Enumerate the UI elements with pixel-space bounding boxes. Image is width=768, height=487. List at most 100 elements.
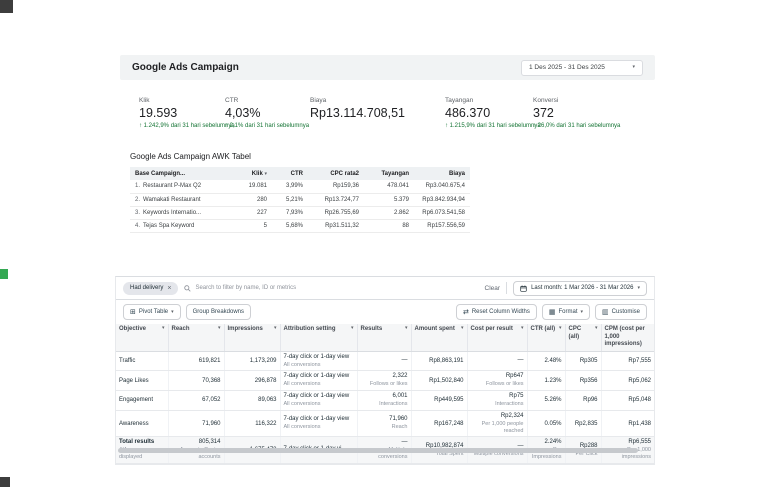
dashboard-header: Google Ads Campaign 1 Des 2025 - 31 Des … [120,55,655,80]
table-row-page-likes[interactable]: Page Likes 70,368 296,878 7-day click or… [116,370,654,392]
pivot-table-button[interactable]: ⊞ Pivot Table ▾ [123,304,181,320]
filter-bar: Had delivery × Search to filter by name,… [116,277,654,300]
kpi-value: 486.370 [445,106,491,120]
cell-tayangan: 88 [364,219,414,233]
cell-cpc: Rp26.755,69 [308,206,364,220]
cell-ctr: 3,99% [272,180,308,194]
customise-button[interactable]: ▥ Customise [595,304,647,320]
table-row-engagement[interactable]: Engagement 67,052 89,063 7-day click or … [116,390,654,411]
campaign-row[interactable]: 3. Keywords Internatio... 227 7,93% Rp26.… [130,206,470,220]
cell-impressions: 1,173,209 [223,351,280,372]
cell-reach: 71,960 [167,410,224,438]
column-header-klik[interactable]: Klik ▾ [230,167,272,180]
date-range-label: 1 Des 2025 - 31 Des 2025 [529,64,605,71]
close-icon[interactable]: × [167,285,171,292]
cell-klik: 19.081 [230,180,272,194]
sort-caret-icon: ▾ [161,325,165,331]
group-breakdowns-button[interactable]: Group Breakdowns [185,304,252,320]
kpi-label: Tayangan [445,97,474,104]
cell-klik: 5 [230,219,272,233]
cell-ctr: 0.05% [526,410,565,438]
format-label: Format [558,309,578,315]
column-header-tayangan[interactable]: Tayangan [364,167,414,180]
cell-cpc: Rp96 [564,390,601,411]
column-header-ctr[interactable]: CTR [272,167,308,180]
columns-icon: ▥ [602,308,609,316]
horizontal-scrollbar[interactable] [118,448,638,453]
kpi-value: Rp13.114.708,51 [310,106,405,120]
table-row-awareness[interactable]: Awareness 71,960 116,322 7-day click or … [116,410,654,438]
column-header-cost-per-result[interactable]: Cost per result ▾ [466,324,527,352]
cell-cpc: Rp13.724,77 [308,193,364,207]
cell-amount-spent: Rp167,248 [410,410,467,438]
sort-caret-icon: ▾ [520,325,524,331]
cell-impressions: 116,322 [223,410,280,438]
cell-results: 71,960 Reach [356,410,411,438]
sort-caret-icon: ▾ [594,325,598,331]
cell-cost-per-result: Rp75 Interactions [466,390,527,411]
cell-campaign-name: 4. Tejas Spa Keyword [130,219,230,233]
date-range-picker[interactable]: Last month: 1 Mar 2026 - 31 Mar 2026 ▾ [513,280,647,296]
cell-cpm: Rp1,438 [600,410,654,438]
campaign-row[interactable]: 2. Wamakati Restaurant 280 5,21% Rp13.724… [130,193,470,207]
kpi-tayangan: Tayangan 486.370 ↑ 1.215,9% dari 31 hari… [445,97,541,129]
filter-chip-label: Had delivery [130,285,164,291]
clear-filters-button[interactable]: Clear [485,285,501,292]
column-header-impressions[interactable]: Impressions ▾ [223,324,280,352]
date-range-selector[interactable]: 1 Des 2025 - 31 Des 2025 ▾ [521,59,643,76]
format-button[interactable]: ▦ Format ▾ [541,304,591,320]
cell-objective: Engagement [116,390,168,411]
table-row-traffic[interactable]: Traffic 619,821 1,173,209 7-day click or… [116,351,654,372]
sort-caret-icon: ▾ [273,325,277,331]
sort-caret-icon: ▾ [350,325,354,331]
cell-cpc: Rp31.511,32 [308,219,364,233]
cell-impressions: 89,063 [223,390,280,411]
column-header-reach[interactable]: Reach ▾ [167,324,224,352]
cell-ctr: 5,68% [272,219,308,233]
cell-objective: Page Likes [116,370,168,392]
cell-cpc: Rp305 [564,351,601,372]
cell-amount-spent: Rp1,502,840 [410,370,467,392]
cell-attribution: 7-day click or 1-day view All conversions [279,390,357,411]
column-header-ctr[interactable]: CTR (all) ▾ [526,324,565,352]
campaign-table-header-row: Base Campaign... Klik ▾ CTR CPC rata2 Ta… [130,167,470,180]
kpi-delta: ↑ 2,1% dari 31 hari sebelumnya [225,123,310,129]
cell-attribution: 7-day click or 1-day view All conversions [279,351,357,372]
cell-campaign-name: 1. Restaurant P-Max Q2 [130,180,230,194]
column-header-amount-spent[interactable]: Amount spent ▾ [410,324,467,352]
chevron-down-icon: ▾ [632,64,635,70]
campaign-row[interactable]: 4. Tejas Spa Keyword 5 5,68% Rp31.511,32 … [130,219,470,233]
sort-caret-icon: ▾ [404,325,408,331]
pivot-table-label: Pivot Table [138,309,169,315]
kpi-klik: Klik 19.593 ↑ 1.242,9% dari 31 hari sebe… [139,97,235,129]
column-header-campaign[interactable]: Base Campaign... [130,167,230,180]
reset-widths-icon: ⇄ [462,308,469,316]
kpi-konversi: Konversi 372 ↑ 26,0% dari 31 hari sebelu… [533,97,620,129]
reset-column-widths-button[interactable]: ⇄ Reset Column Widths [455,304,537,320]
chevron-down-icon: ▾ [637,284,640,291]
column-header-cpm[interactable]: CPM (cost per 1,000 impressions) [600,324,654,352]
campaign-table: Base Campaign... Klik ▾ CTR CPC rata2 Ta… [130,167,470,233]
search-input[interactable]: Search to filter by name, ID or metrics [184,284,478,292]
column-header-cpc[interactable]: CPC (all) ▾ [564,324,601,352]
kpi-delta: ↑ 1.215,9% dari 31 hari sebelumnya [445,123,541,129]
cell-campaign-name: 3. Keywords Internatio... [130,206,230,220]
column-header-cpc[interactable]: CPC rata2 [308,167,364,180]
chevron-down-icon: ▾ [171,308,174,315]
column-header-objective[interactable]: Objective ▾ [116,324,168,352]
cell-cpm: Rp5,048 [600,390,654,411]
cell-ctr: 1.23% [526,370,565,392]
filter-chip-had-delivery[interactable]: Had delivery × [123,281,179,295]
column-header-biaya[interactable]: Biaya [414,167,470,180]
column-header-results[interactable]: Results ▾ [356,324,411,352]
campaign-row[interactable]: 1. Restaurant P-Max Q2 19.081 3,99% Rp159… [130,180,470,194]
cell-attribution: 7-day click or 1-day view All conversions [279,410,357,438]
cell-ctr: 7,93% [272,206,308,220]
kpi-value: 19.593 [139,106,178,120]
search-icon [184,284,192,292]
cell-cpc: Rp356 [564,370,601,392]
kpi-delta: ↑ 26,0% dari 31 hari sebelumnya [533,123,621,129]
column-header-attribution[interactable]: Attribution setting ▾ [279,324,357,352]
cell-objective: Traffic [116,351,168,372]
pivot-grid-icon: ⊞ [130,308,136,316]
